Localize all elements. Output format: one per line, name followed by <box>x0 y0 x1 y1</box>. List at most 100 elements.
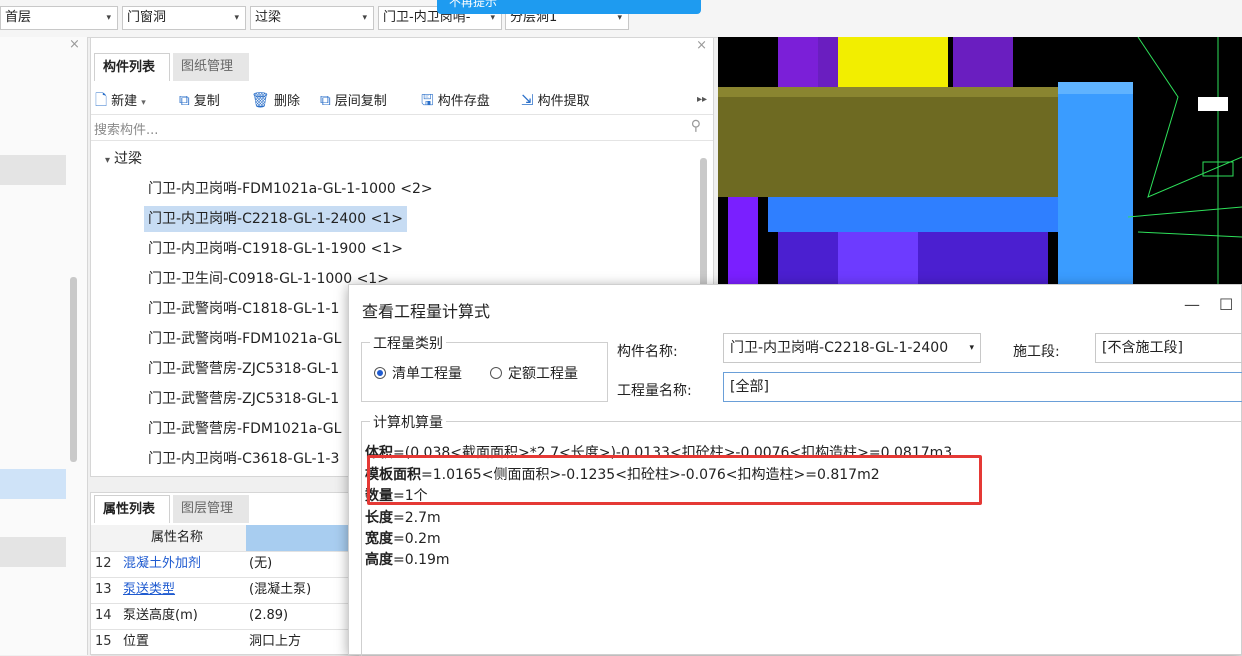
floor-copy-button[interactable]: ⧉ 层间复制 <box>320 89 387 111</box>
radio-bill-quantity[interactable]: 清单工程量 <box>374 363 462 383</box>
tree-root-label: 过梁 <box>114 151 143 167</box>
list-item[interactable]: 门卫-武警岗哨-FDM1021a-GL <box>144 326 345 352</box>
property-value[interactable]: (无) <box>249 551 359 577</box>
chevron-down-icon: ▾ <box>105 155 111 166</box>
list-item[interactable]: 门卫-内卫岗哨-C1918-GL-1-1900 <1> <box>144 236 407 262</box>
radio-quota-quantity[interactable]: 定额工程量 <box>490 363 578 383</box>
formula-key: 高度 <box>365 552 393 568</box>
table-header: 属性名称 <box>91 525 359 552</box>
column-header-value <box>246 525 359 551</box>
property-name: 混凝土外加剂 <box>123 556 202 571</box>
save-component-button[interactable]: 🖫 构件存盘 <box>421 89 490 111</box>
tree-root[interactable]: ▾ 过梁 <box>105 146 142 172</box>
stage-value: [不含施工段] <box>1102 340 1183 356</box>
category-select-value: 门窗洞 <box>127 10 167 25</box>
search-bar[interactable]: 搜索构件... ⚲ <box>91 116 713 141</box>
search-input[interactable]: 搜索构件... <box>94 119 158 138</box>
new-file-icon: 🗋 <box>95 91 108 109</box>
tab-property-list[interactable]: 属性列表 <box>94 495 170 523</box>
minimize-button[interactable]: — <box>1184 295 1200 314</box>
row-number: 14 <box>95 608 112 623</box>
tab-component-list[interactable]: 构件列表 <box>94 53 170 81</box>
subcategory-select[interactable]: 过梁 ▾ <box>250 6 374 30</box>
property-name: 位置 <box>123 634 150 649</box>
list-item[interactable]: 门卫-内卫岗哨-C3618-GL-1-3 <box>144 446 343 472</box>
layers-copy-icon: ⧉ <box>320 91 331 109</box>
list-item[interactable]: 门卫-武警营房-ZJC5318-GL-1 <box>144 386 343 412</box>
new-button[interactable]: 🗋 新建 ▾ <box>95 89 146 111</box>
table-row[interactable]: 15 位置 洞口上方 <box>91 629 359 656</box>
chevron-down-icon: ▾ <box>362 13 367 23</box>
chevron-down-icon: ▾ <box>141 98 146 108</box>
formula-expression: =2.7m <box>393 510 441 526</box>
property-value[interactable]: 洞口上方 <box>249 629 359 655</box>
quantity-type-group: 工程量类别 清单工程量 定额工程量 <box>361 333 608 402</box>
tip-popup[interactable]: 不再提示 <box>437 0 701 14</box>
more-icon[interactable]: ▸▸ <box>697 89 707 111</box>
table-row[interactable]: 13 泵送类型 (混凝土泵) <box>91 577 359 604</box>
formula-line[interactable]: 宽度=0.2m <box>365 528 441 548</box>
nav-item[interactable] <box>0 537 66 567</box>
delete-button[interactable]: 🗑 删除 <box>251 89 300 111</box>
delete-button-label: 删除 <box>274 94 301 109</box>
list-item[interactable]: 门卫-内卫岗哨-FDM1021a-GL-1-1000 <2> <box>144 176 437 202</box>
formula-line[interactable]: 长度=2.7m <box>365 507 441 527</box>
chevron-down-icon: ▾ <box>234 13 239 23</box>
list-item[interactable]: 门卫-武警营房-FDM1021a-GL <box>144 416 345 442</box>
floor-select-value: 首层 <box>5 10 32 25</box>
save-icon: 🖫 <box>421 91 434 109</box>
subcategory-select-value: 过梁 <box>255 10 282 25</box>
copy-icon: ⧉ <box>179 91 190 109</box>
trash-icon: 🗑 <box>251 91 271 109</box>
formula-expression: =0.19m <box>393 552 450 568</box>
list-item-selected[interactable]: 门卫-内卫岗哨-C2218-GL-1-2400 <1> <box>144 206 407 232</box>
component-name-label: 构件名称: <box>617 344 678 360</box>
extract-component-button-label: 构件提取 <box>537 94 590 109</box>
quantity-name-field[interactable]: [全部] <box>723 372 1242 402</box>
property-value[interactable]: (2.89) <box>249 603 359 629</box>
search-icon[interactable]: ⚲ <box>691 118 701 134</box>
radio-bill-label: 清单工程量 <box>392 366 462 382</box>
nav-item[interactable] <box>0 155 66 185</box>
floor-copy-button-label: 层间复制 <box>334 94 387 109</box>
close-icon[interactable]: × <box>69 37 80 52</box>
nav-item-selected[interactable] <box>0 469 66 499</box>
tip-popup-text: 不再提示 <box>449 0 498 9</box>
stage-label: 施工段: <box>1013 344 1060 360</box>
table-row[interactable]: 14 泵送高度(m) (2.89) <box>91 603 359 630</box>
category-select[interactable]: 门窗洞 ▾ <box>122 6 246 30</box>
scrollbar-thumb[interactable] <box>70 277 77 462</box>
maximize-button[interactable]: ☐ <box>1219 295 1233 314</box>
quantity-name-value: [全部] <box>730 379 769 395</box>
component-name-select[interactable]: 门卫-内卫岗哨-C2218-GL-1-2400 ▾ <box>723 333 981 363</box>
nav-panel: × <box>0 37 88 655</box>
quantity-type-label: 工程量类别 <box>370 333 446 353</box>
tab-drawing-management[interactable]: 图纸管理 <box>173 53 249 81</box>
property-name: 泵送高度(m) <box>123 608 198 623</box>
property-value[interactable]: (混凝土泵) <box>249 577 359 603</box>
component-name-value: 门卫-内卫岗哨-C2218-GL-1-2400 <box>730 340 949 356</box>
3d-model-render <box>718 37 1242 284</box>
radio-checked-icon <box>374 367 386 379</box>
list-item[interactable]: 门卫-武警营房-ZJC5318-GL-1 <box>144 356 343 382</box>
chevron-down-icon: ▾ <box>969 343 974 353</box>
stage-select[interactable]: [不含施工段] <box>1095 333 1242 363</box>
list-item[interactable]: 门卫-武警岗哨-C1818-GL-1-1 <box>144 296 343 322</box>
extract-component-button[interactable]: ⇲ 构件提取 <box>521 89 590 111</box>
floor-select[interactable]: 首层 ▾ <box>0 6 118 30</box>
calculation-label: 计算机算量 <box>370 412 446 432</box>
highlight-box <box>367 455 982 505</box>
close-icon[interactable]: × <box>696 38 707 53</box>
formula-line[interactable]: 高度=0.19m <box>365 549 450 569</box>
copy-button[interactable]: ⧉ 复制 <box>179 89 220 111</box>
row-number: 13 <box>95 582 112 597</box>
new-button-label: 新建 <box>111 94 138 109</box>
tab-layer-management[interactable]: 图层管理 <box>173 495 249 523</box>
3d-viewport[interactable] <box>718 37 1242 284</box>
save-component-button-label: 构件存盘 <box>437 94 490 109</box>
table-row[interactable]: 12 混凝土外加剂 (无) <box>91 551 359 578</box>
property-name: 泵送类型 <box>123 582 176 597</box>
row-number: 12 <box>95 556 112 571</box>
extract-icon: ⇲ <box>521 91 534 109</box>
copy-button-label: 复制 <box>193 94 220 109</box>
